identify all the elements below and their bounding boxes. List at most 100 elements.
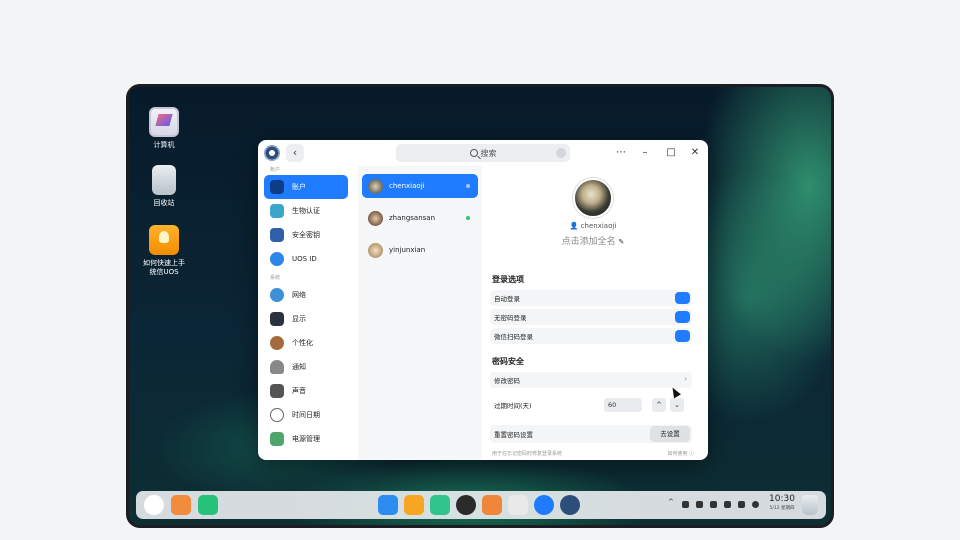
close-button[interactable]: ✕ (688, 146, 702, 160)
sidebar-section-account: 账户 (270, 167, 281, 173)
back-button[interactable]: ‹ (286, 144, 304, 162)
sidebar-item-personalization[interactable]: 个性化 (264, 331, 348, 355)
app-store-icon[interactable] (404, 495, 424, 515)
video-icon[interactable] (456, 495, 476, 515)
user-list: chenxiaoji zhangsansan yinjunxian (358, 166, 482, 460)
user-avatar-large[interactable] (573, 178, 613, 218)
clock[interactable]: 10:30 5/12 星期四 (764, 494, 800, 512)
browser-icon[interactable] (534, 495, 554, 515)
user-item-chenxiaoji[interactable]: chenxiaoji (362, 174, 478, 198)
sidebar-item-sound[interactable]: 声音 (264, 379, 348, 403)
sidebar-item-label: 显示 (292, 315, 306, 323)
search-icon (469, 149, 478, 157)
change-password-row[interactable]: 修改密码 › (490, 372, 692, 388)
row-label: 修改密码 (494, 377, 520, 385)
sidebar-item-power[interactable]: 电源管理 (264, 427, 348, 451)
sidebar-item-label: UOS ID (292, 255, 317, 263)
passwordless-login-toggle[interactable] (675, 311, 690, 323)
desktop-icon-computer[interactable]: 计算机 (137, 107, 191, 150)
search-input[interactable]: 搜索 (396, 144, 570, 162)
edit-icon[interactable]: ✎ (619, 238, 625, 246)
wechat-login-toggle[interactable] (675, 330, 690, 342)
clock-icon (270, 408, 284, 422)
battery-icon[interactable] (738, 501, 745, 508)
cloud-icon (270, 252, 284, 266)
user-item-zhangsansan[interactable]: zhangsansan (362, 206, 478, 230)
security-key-icon (270, 228, 284, 242)
row-label: 过期时间(天) (494, 402, 532, 410)
avatar (368, 242, 383, 258)
voice-input-icon[interactable] (556, 148, 566, 158)
sidebar-item-label: 时间日期 (292, 411, 320, 419)
file-manager-icon[interactable] (378, 495, 398, 515)
clock-time: 10:30 (769, 494, 795, 504)
sidebar-item-label: 个性化 (292, 339, 313, 347)
fullname-placeholder: 点击添加全名 (561, 237, 616, 247)
music-icon[interactable] (430, 495, 450, 515)
login-options-title: 登录选项 (492, 275, 524, 284)
fullname-field[interactable]: 点击添加全名 ✎ (482, 234, 704, 247)
sound-icon (270, 384, 284, 398)
row-label: 无密码登录 (494, 314, 527, 322)
photos-icon[interactable] (482, 495, 502, 515)
reset-password-row: 重置密码设置 去设置 (490, 425, 692, 443)
guide-icon (149, 225, 179, 255)
desktop-icon-guide[interactable]: 如何快速上手 统信UOS (137, 225, 191, 277)
sidebar-item-security-key[interactable]: 安全密钥 (264, 223, 348, 247)
go-settings-button[interactable]: 去设置 (650, 426, 690, 442)
row-label: 重置密码设置 (494, 431, 533, 439)
sidebar-item-uos-id[interactable]: UOS ID (264, 247, 348, 271)
multitask-icon[interactable] (171, 495, 191, 515)
sidebar-section-system: 系统 (270, 275, 281, 281)
power-tray-icon[interactable] (752, 501, 759, 508)
chevron-right-icon: › (684, 375, 687, 383)
desktop-icon-label: 计算机 (153, 141, 175, 149)
auto-login-toggle[interactable] (675, 292, 690, 304)
dock-trash-icon[interactable] (802, 495, 818, 515)
sidebar-item-label: 通知 (292, 363, 306, 371)
wechat-login-row: 微信扫码登录 (490, 328, 692, 344)
keyboard-icon[interactable] (682, 501, 689, 508)
sidebar-item-biometric[interactable]: 生物认证 (264, 199, 348, 223)
row-label: 微信扫码登录 (494, 333, 533, 341)
search-placeholder: 搜索 (480, 148, 497, 158)
bluetooth-icon[interactable] (696, 501, 703, 508)
trash-icon (152, 165, 176, 195)
sidebar-item-label: 安全密钥 (292, 231, 320, 239)
minimize-button[interactable]: – (638, 146, 652, 160)
decrement-button[interactable]: ⌄ (670, 398, 684, 412)
sidebar-item-datetime[interactable]: 时间日期 (264, 403, 348, 427)
workspace-icon[interactable] (198, 495, 218, 515)
launcher-icon[interactable] (144, 495, 164, 515)
camera-icon[interactable] (508, 495, 528, 515)
maximize-button[interactable]: □ (664, 146, 678, 160)
sidebar-item-label: 电源管理 (292, 435, 320, 443)
settings-icon[interactable] (560, 495, 580, 515)
how-to-use-link[interactable]: 如何使用 ⓘ (667, 450, 694, 457)
volume-icon[interactable] (710, 501, 717, 508)
control-center-logo-icon (264, 145, 280, 161)
sidebar-item-label: 生物认证 (292, 207, 320, 215)
desktop-icon-trash[interactable]: 回收站 (137, 165, 191, 208)
user-item-yinjunxian[interactable]: yinjunxian (362, 238, 478, 262)
sidebar-item-notification[interactable]: 通知 (264, 355, 348, 379)
passwordless-login-row: 无密码登录 (490, 309, 692, 325)
online-indicator (466, 216, 470, 220)
row-label: 自动登录 (494, 295, 520, 303)
personalization-icon (270, 336, 284, 350)
reset-hint: 用于在忘记密码时修复登录系统 (492, 451, 563, 457)
tray-expand-icon[interactable]: ^ (668, 498, 675, 506)
expiry-days-input[interactable]: 60 (604, 398, 642, 412)
wifi-icon[interactable] (724, 501, 731, 508)
avatar (368, 178, 383, 194)
menu-button[interactable]: ⋯ (614, 146, 628, 160)
avatar (368, 210, 383, 226)
sidebar-item-network[interactable]: 网络 (264, 283, 348, 307)
computer-icon (149, 107, 179, 137)
sidebar-item-display[interactable]: 显示 (264, 307, 348, 331)
how-to-use-text: 如何使用 (667, 451, 688, 457)
increment-button[interactable]: ^ (652, 398, 666, 412)
sidebar-item-label: 网络 (292, 291, 306, 299)
sidebar-item-account[interactable]: 账户 (264, 175, 348, 199)
username-text: chenxiaoji (580, 222, 617, 230)
